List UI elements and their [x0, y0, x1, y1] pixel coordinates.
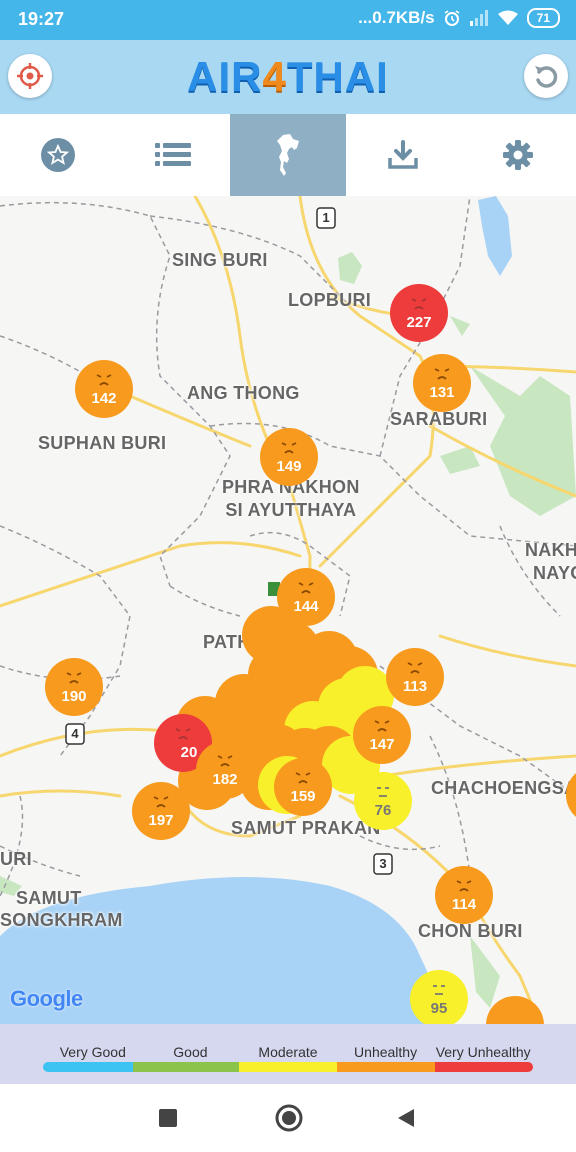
tab-map[interactable] — [230, 114, 346, 196]
neutral-face-icon — [433, 984, 445, 995]
app-logo: AIR4THAI — [187, 53, 389, 100]
legend-unhealthy: Unhealthy — [354, 1044, 418, 1060]
unhealthy-face-icon — [411, 297, 427, 310]
wifi-icon — [497, 10, 518, 25]
sad-face-icon — [434, 367, 450, 380]
favorite-star-icon — [40, 138, 75, 172]
gear-icon — [503, 140, 534, 170]
place-label-chachoengsao: CHACHOENGSA — [431, 778, 576, 798]
alarm-icon — [444, 10, 460, 26]
station-marker[interactable]: 159 — [274, 758, 332, 816]
sad-face-icon — [374, 719, 390, 732]
system-nav-bar — [0, 1084, 576, 1152]
route-shield-label: 1 — [322, 210, 330, 225]
route-shield-label: 4 — [71, 726, 79, 741]
place-label-songkhram: SONGKHRAM — [0, 910, 123, 930]
refresh-icon — [535, 66, 558, 88]
sad-face-icon — [217, 754, 233, 767]
legend-very-unhealthy: Very Unhealthy — [435, 1044, 531, 1060]
home-button[interactable] — [273, 1102, 305, 1134]
tab-list[interactable] — [115, 114, 230, 196]
route-shield-label: 3 — [379, 856, 387, 871]
status-bar: 19:27 ...0.7KB/s 71 — [0, 0, 576, 40]
station-marker[interactable]: 147 — [353, 706, 411, 764]
crosshair-icon — [17, 63, 43, 89]
sad-face-icon — [295, 771, 311, 784]
place-label-ang-thong: ANG THONG — [187, 383, 300, 403]
recents-button[interactable] — [156, 1106, 180, 1130]
thailand-map-icon — [276, 134, 299, 176]
sad-face-icon — [153, 795, 169, 808]
place-label-samut-prakan: SAMUT PRAKAN — [231, 818, 381, 838]
place-label-suphan-buri: SUPHAN BURI — [38, 433, 167, 453]
tab-favorites[interactable] — [0, 114, 115, 196]
locate-button[interactable] — [8, 54, 52, 98]
unhealthy-face-icon — [175, 727, 191, 740]
station-marker[interactable]: 227 — [390, 284, 448, 342]
place-label-nayo: NAYO — [533, 563, 576, 583]
place-label-saraburi: SARABURI — [390, 409, 488, 429]
station-marker[interactable]: 142 — [75, 360, 133, 418]
aqi-legend: Very Good Good Moderate Unhealthy Very U… — [0, 1024, 576, 1084]
station-marker[interactable]: 131 — [413, 354, 471, 412]
status-time: 19:27 — [18, 9, 65, 29]
place-label-chon-buri: CHON BURI — [418, 921, 523, 941]
status-icons: ...0.7KB/s 71 — [358, 8, 560, 28]
legend-very-good: Very Good — [59, 1044, 126, 1060]
station-marker[interactable]: 114 — [435, 866, 493, 924]
back-triangle-icon — [398, 1109, 414, 1127]
station-marker[interactable]: 190 — [45, 658, 103, 716]
station-marker[interactable]: 113 — [386, 648, 444, 706]
air-quality-map[interactable]: 1 4 3 SING BURI LOPBURI ANG THONG SARABU… — [0, 196, 576, 1024]
legend-moderate: Moderate — [258, 1044, 318, 1060]
tab-settings[interactable] — [461, 114, 576, 196]
back-button[interactable] — [394, 1106, 418, 1130]
place-label-nakh: NAKH — [525, 540, 576, 560]
place-label-samut: SAMUT — [16, 888, 82, 908]
legend-good: Good — [173, 1044, 208, 1060]
place-label-uri: URI — [0, 849, 32, 869]
tab-bar — [0, 114, 576, 198]
signal-icon — [469, 10, 488, 26]
station-marker[interactable]: 149 — [260, 428, 318, 486]
refresh-button[interactable] — [524, 54, 568, 98]
station-marker[interactable]: 182 — [196, 741, 254, 799]
sad-face-icon — [456, 879, 472, 892]
download-icon — [388, 140, 418, 169]
sad-face-icon — [407, 661, 423, 674]
station-marker[interactable]: 197 — [132, 782, 190, 840]
sad-face-icon — [96, 373, 112, 386]
app-header: AIR4THAI — [0, 40, 576, 114]
square-icon — [159, 1109, 177, 1127]
battery-level: 71 — [526, 8, 560, 28]
google-attribution: Google — [10, 986, 83, 1011]
legend-color-bar — [43, 1062, 533, 1072]
neutral-face-icon — [377, 786, 389, 797]
place-label-sing-buri: SING BURI — [172, 250, 268, 270]
list-icon — [154, 143, 191, 166]
tab-download[interactable] — [346, 114, 461, 196]
place-label-lopburi: LOPBURI — [288, 290, 372, 310]
sad-face-icon — [298, 581, 314, 594]
network-speed: ...0.7KB/s — [358, 8, 435, 27]
station-marker[interactable]: 76 — [354, 772, 412, 830]
circle-icon — [275, 1104, 303, 1132]
station-marker[interactable]: 144 — [277, 568, 335, 626]
sad-face-icon — [281, 441, 297, 454]
station-marker[interactable]: 95 — [410, 970, 468, 1024]
sad-face-icon — [66, 671, 82, 684]
